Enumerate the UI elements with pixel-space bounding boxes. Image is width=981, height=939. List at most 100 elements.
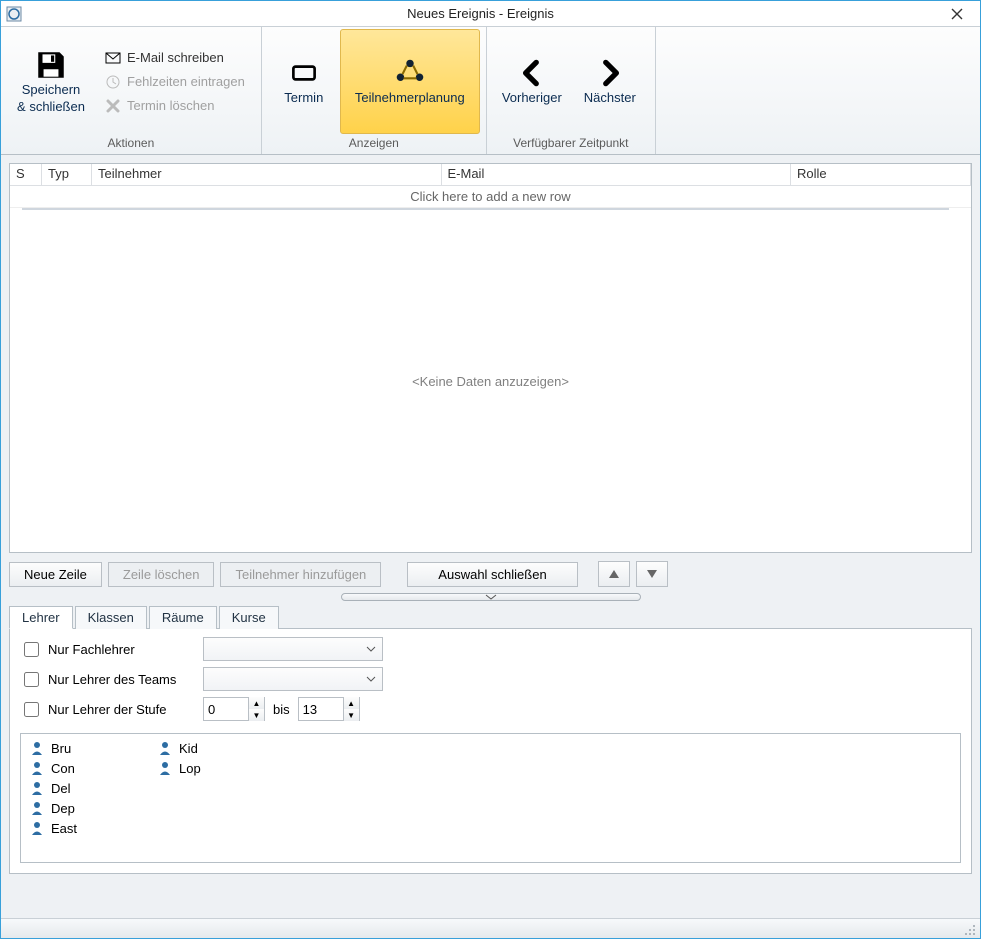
ribbon-group-anzeigen-label: Anzeigen [262, 136, 486, 154]
tab-raeume[interactable]: Räume [149, 606, 217, 629]
delete-event-label: Termin löschen [127, 98, 214, 113]
email-write-button[interactable]: E-Mail schreiben [101, 46, 249, 70]
col-email[interactable]: E-Mail [442, 164, 792, 185]
participants-grid: S Typ Teilnehmer E-Mail Rolle Click here… [9, 163, 972, 553]
delete-event-button: Termin löschen [101, 94, 249, 118]
tab-lehrer[interactable]: Lehrer [9, 606, 73, 629]
teacher-name: Kid [179, 741, 198, 756]
grid-header: S Typ Teilnehmer E-Mail Rolle [10, 164, 971, 186]
mail-icon [105, 50, 121, 66]
spin-up-icon[interactable]: ▲ [248, 697, 264, 709]
save-icon [34, 48, 68, 82]
close-button[interactable] [934, 1, 980, 27]
chk-stufe-input[interactable] [24, 702, 39, 717]
person-icon [29, 760, 45, 776]
spin-up-icon[interactable]: ▲ [343, 697, 359, 709]
delete-row-button: Zeile löschen [108, 562, 215, 587]
splitter[interactable] [9, 591, 972, 603]
chevron-down-icon [366, 646, 376, 652]
ribbon: Speichern & schließen E-Mail schreiben F… [1, 27, 980, 155]
stufe-from-input[interactable] [204, 702, 248, 717]
previous-button[interactable]: Vorheriger [493, 29, 571, 134]
stufe-to-spinner[interactable]: ▲▼ [298, 697, 360, 721]
person-icon [29, 740, 45, 756]
chk-stufe-label: Nur Lehrer der Stufe [48, 702, 167, 717]
col-s[interactable]: S [10, 164, 42, 185]
move-up-button[interactable] [598, 561, 630, 587]
triangle-up-icon [609, 570, 619, 578]
ribbon-group-anzeigen: Termin Teilnehmerplanung Anzeigen [262, 27, 487, 154]
clock-icon [105, 74, 121, 90]
teacher-list: Bru Con Del Dep East Kid Lop [20, 733, 961, 863]
title-bar: Neues Ereignis - Ereignis [1, 1, 980, 27]
content-area: S Typ Teilnehmer E-Mail Rolle Click here… [1, 155, 980, 918]
teacher-item[interactable]: Con [29, 760, 77, 776]
person-icon [29, 800, 45, 816]
stufe-from-spinner[interactable]: ▲▼ [203, 697, 265, 721]
teacher-name: East [51, 821, 77, 836]
stufe-to-input[interactable] [299, 702, 343, 717]
group-icon [393, 56, 427, 90]
ribbon-group-zeitpunkt: Vorheriger Nächster Verfügbarer Zeitpunk… [487, 27, 656, 154]
combo-fachlehrer[interactable] [203, 637, 383, 661]
ribbon-group-aktionen-label: Aktionen [1, 136, 261, 154]
col-typ[interactable]: Typ [42, 164, 92, 185]
chk-fachlehrer[interactable]: Nur Fachlehrer [20, 639, 195, 660]
participant-planning-label: Teilnehmerplanung [355, 90, 465, 106]
absence-label: Fehlzeiten eintragen [127, 74, 245, 89]
person-icon [29, 820, 45, 836]
move-down-button[interactable] [636, 561, 668, 587]
save-close-button[interactable]: Speichern & schließen [7, 29, 95, 134]
person-icon [157, 740, 173, 756]
chk-stufe[interactable]: Nur Lehrer der Stufe [20, 699, 195, 720]
next-button[interactable]: Nächster [571, 29, 649, 134]
spin-down-icon[interactable]: ▼ [343, 709, 359, 721]
teacher-name: Del [51, 781, 71, 796]
participant-planning-button[interactable]: Teilnehmerplanung [340, 29, 480, 134]
teacher-item[interactable]: Del [29, 780, 77, 796]
triangle-down-icon [647, 570, 657, 578]
ribbon-group-zeitpunkt-label: Verfügbarer Zeitpunkt [487, 136, 655, 154]
delete-icon [105, 98, 121, 114]
save-close-label2: & schließen [17, 99, 85, 115]
new-row-button[interactable]: Neue Zeile [9, 562, 102, 587]
teacher-name: Con [51, 761, 75, 776]
chk-team[interactable]: Nur Lehrer des Teams [20, 669, 195, 690]
selection-tabs: Lehrer Klassen Räume Kurse Nur Fachlehre… [9, 605, 972, 874]
grid-new-row[interactable]: Click here to add a new row [10, 186, 971, 208]
teacher-name: Bru [51, 741, 71, 756]
chk-team-label: Nur Lehrer des Teams [48, 672, 176, 687]
absence-button: Fehlzeiten eintragen [101, 70, 249, 94]
tab-klassen[interactable]: Klassen [75, 606, 147, 629]
teacher-item[interactable]: Kid [157, 740, 201, 756]
window-icon [287, 56, 321, 90]
chevron-right-icon [593, 56, 627, 90]
col-rolle[interactable]: Rolle [791, 164, 971, 185]
teacher-item[interactable]: Lop [157, 760, 201, 776]
spin-down-icon[interactable]: ▼ [248, 709, 264, 721]
teacher-item[interactable]: Bru [29, 740, 77, 756]
person-icon [157, 760, 173, 776]
window-title: Neues Ereignis - Ereignis [27, 6, 934, 21]
tab-kurse[interactable]: Kurse [219, 606, 279, 629]
tabs-body: Nur Fachlehrer Nur Lehrer des Teams Nur … [9, 629, 972, 874]
tabs-header: Lehrer Klassen Räume Kurse [9, 605, 972, 629]
termin-button[interactable]: Termin [268, 29, 340, 134]
add-participant-button: Teilnehmer hinzufügen [220, 562, 381, 587]
bis-label: bis [273, 702, 290, 717]
chk-fachlehrer-input[interactable] [24, 642, 39, 657]
chevron-down-icon [485, 594, 497, 600]
termin-label: Termin [284, 90, 323, 106]
chk-team-input[interactable] [24, 672, 39, 687]
combo-team[interactable] [203, 667, 383, 691]
teacher-item[interactable]: East [29, 820, 77, 836]
col-teilnehmer[interactable]: Teilnehmer [92, 164, 442, 185]
teacher-name: Dep [51, 801, 75, 816]
chevron-down-icon [366, 676, 376, 682]
previous-label: Vorheriger [502, 90, 562, 106]
app-icon [1, 6, 27, 22]
ribbon-group-aktionen: Speichern & schließen E-Mail schreiben F… [1, 27, 262, 154]
teacher-item[interactable]: Dep [29, 800, 77, 816]
resize-grip-icon[interactable] [962, 922, 976, 936]
close-selection-button[interactable]: Auswahl schließen [407, 562, 577, 587]
